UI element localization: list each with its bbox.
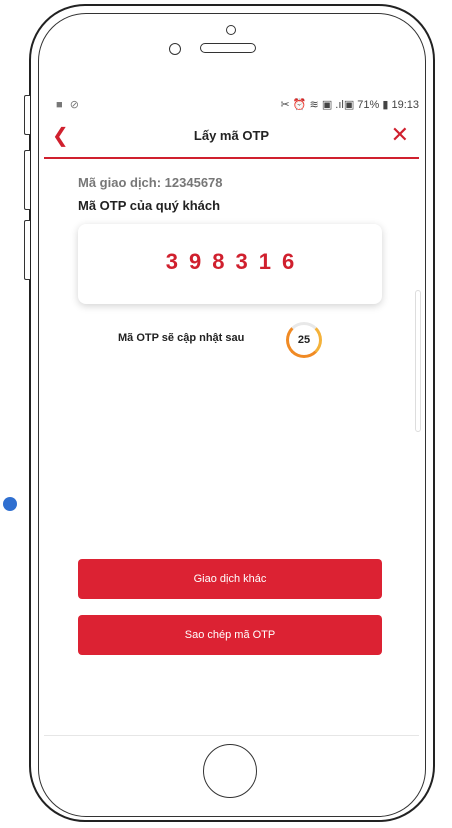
speaker-grille [200,43,256,53]
countdown-timer: 25 [286,322,322,358]
phone-side-button-mute [24,95,30,135]
scrollbar[interactable] [415,290,421,432]
header-divider [44,157,419,159]
touch-indicator-dot [3,497,17,511]
home-button[interactable] [203,744,257,798]
otp-label: Mã OTP của quý khách [78,198,221,213]
page-title: Lấy mã OTP [193,128,270,143]
countdown-seconds: 25 [297,334,311,346]
app-header: ❮ Lấy mã OTP ✕ [44,122,419,154]
status-right-info: ✂ ⏰ ≋ ▣ .ıl▣ 71% ▮ 19:13 [280,99,419,111]
camera-icon [226,25,236,35]
phone-side-button-volume-up [24,150,30,210]
status-bar: ■ ⊘ ✂ ⏰ ≋ ▣ .ıl▣ 71% ▮ 19:13 [44,96,419,116]
other-transaction-button[interactable]: Giao dịch khác [78,559,382,599]
otp-refresh-label: Mã OTP sẽ cập nhật sau [118,332,245,344]
phone-side-button-volume-down [24,220,30,280]
otp-code: 398316 [165,249,306,274]
transaction-id-label: Mã giao dịch: 12345678 [78,175,223,190]
otp-card: 398316 [78,224,382,304]
front-camera-icon [169,43,181,55]
close-icon[interactable]: ✕ [391,123,409,147]
status-left-icons: ■ ⊘ [56,99,81,111]
copy-otp-button[interactable]: Sao chép mã OTP [78,615,382,655]
bottom-divider [44,735,419,736]
